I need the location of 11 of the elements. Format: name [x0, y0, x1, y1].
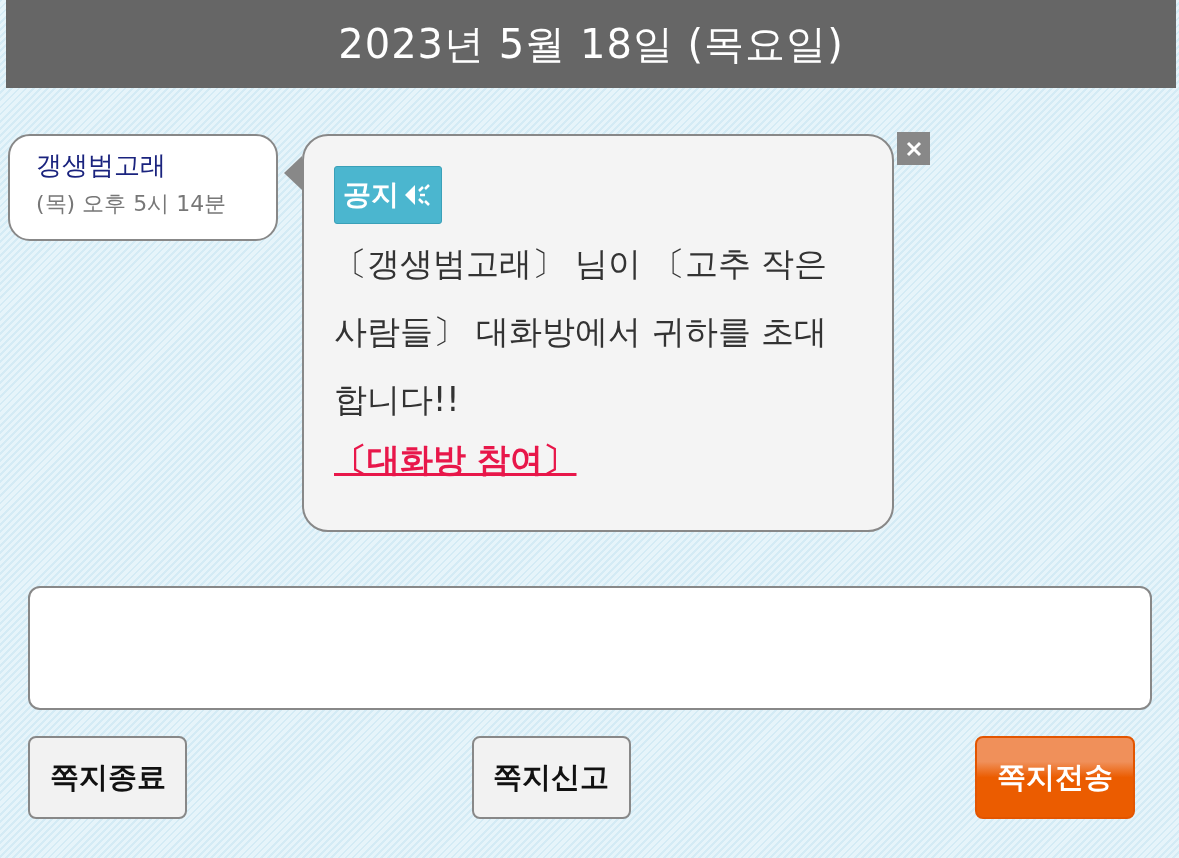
- close-button[interactable]: [897, 132, 930, 165]
- message-time: (목) 오후 5시 14분: [36, 190, 228, 218]
- action-button[interactable]: 쪽지종료: [28, 736, 187, 819]
- close-icon: [904, 139, 923, 158]
- date-header: 2023년 5월 18일 (목요일): [6, 0, 1176, 88]
- notice-badge: 공지: [334, 166, 442, 224]
- sender-name: 갱생범고래: [36, 149, 167, 182]
- join-chat-link[interactable]: 〔대화방 참여〕: [334, 438, 577, 483]
- action-button[interactable]: 쪽지신고: [471, 736, 631, 819]
- reply-field[interactable]: [28, 586, 1152, 710]
- message-text: 〔갱생범고래〕 님이 〔고추 작은 사람들〕 대화방에서 귀하를 초대합니다!!: [334, 243, 829, 421]
